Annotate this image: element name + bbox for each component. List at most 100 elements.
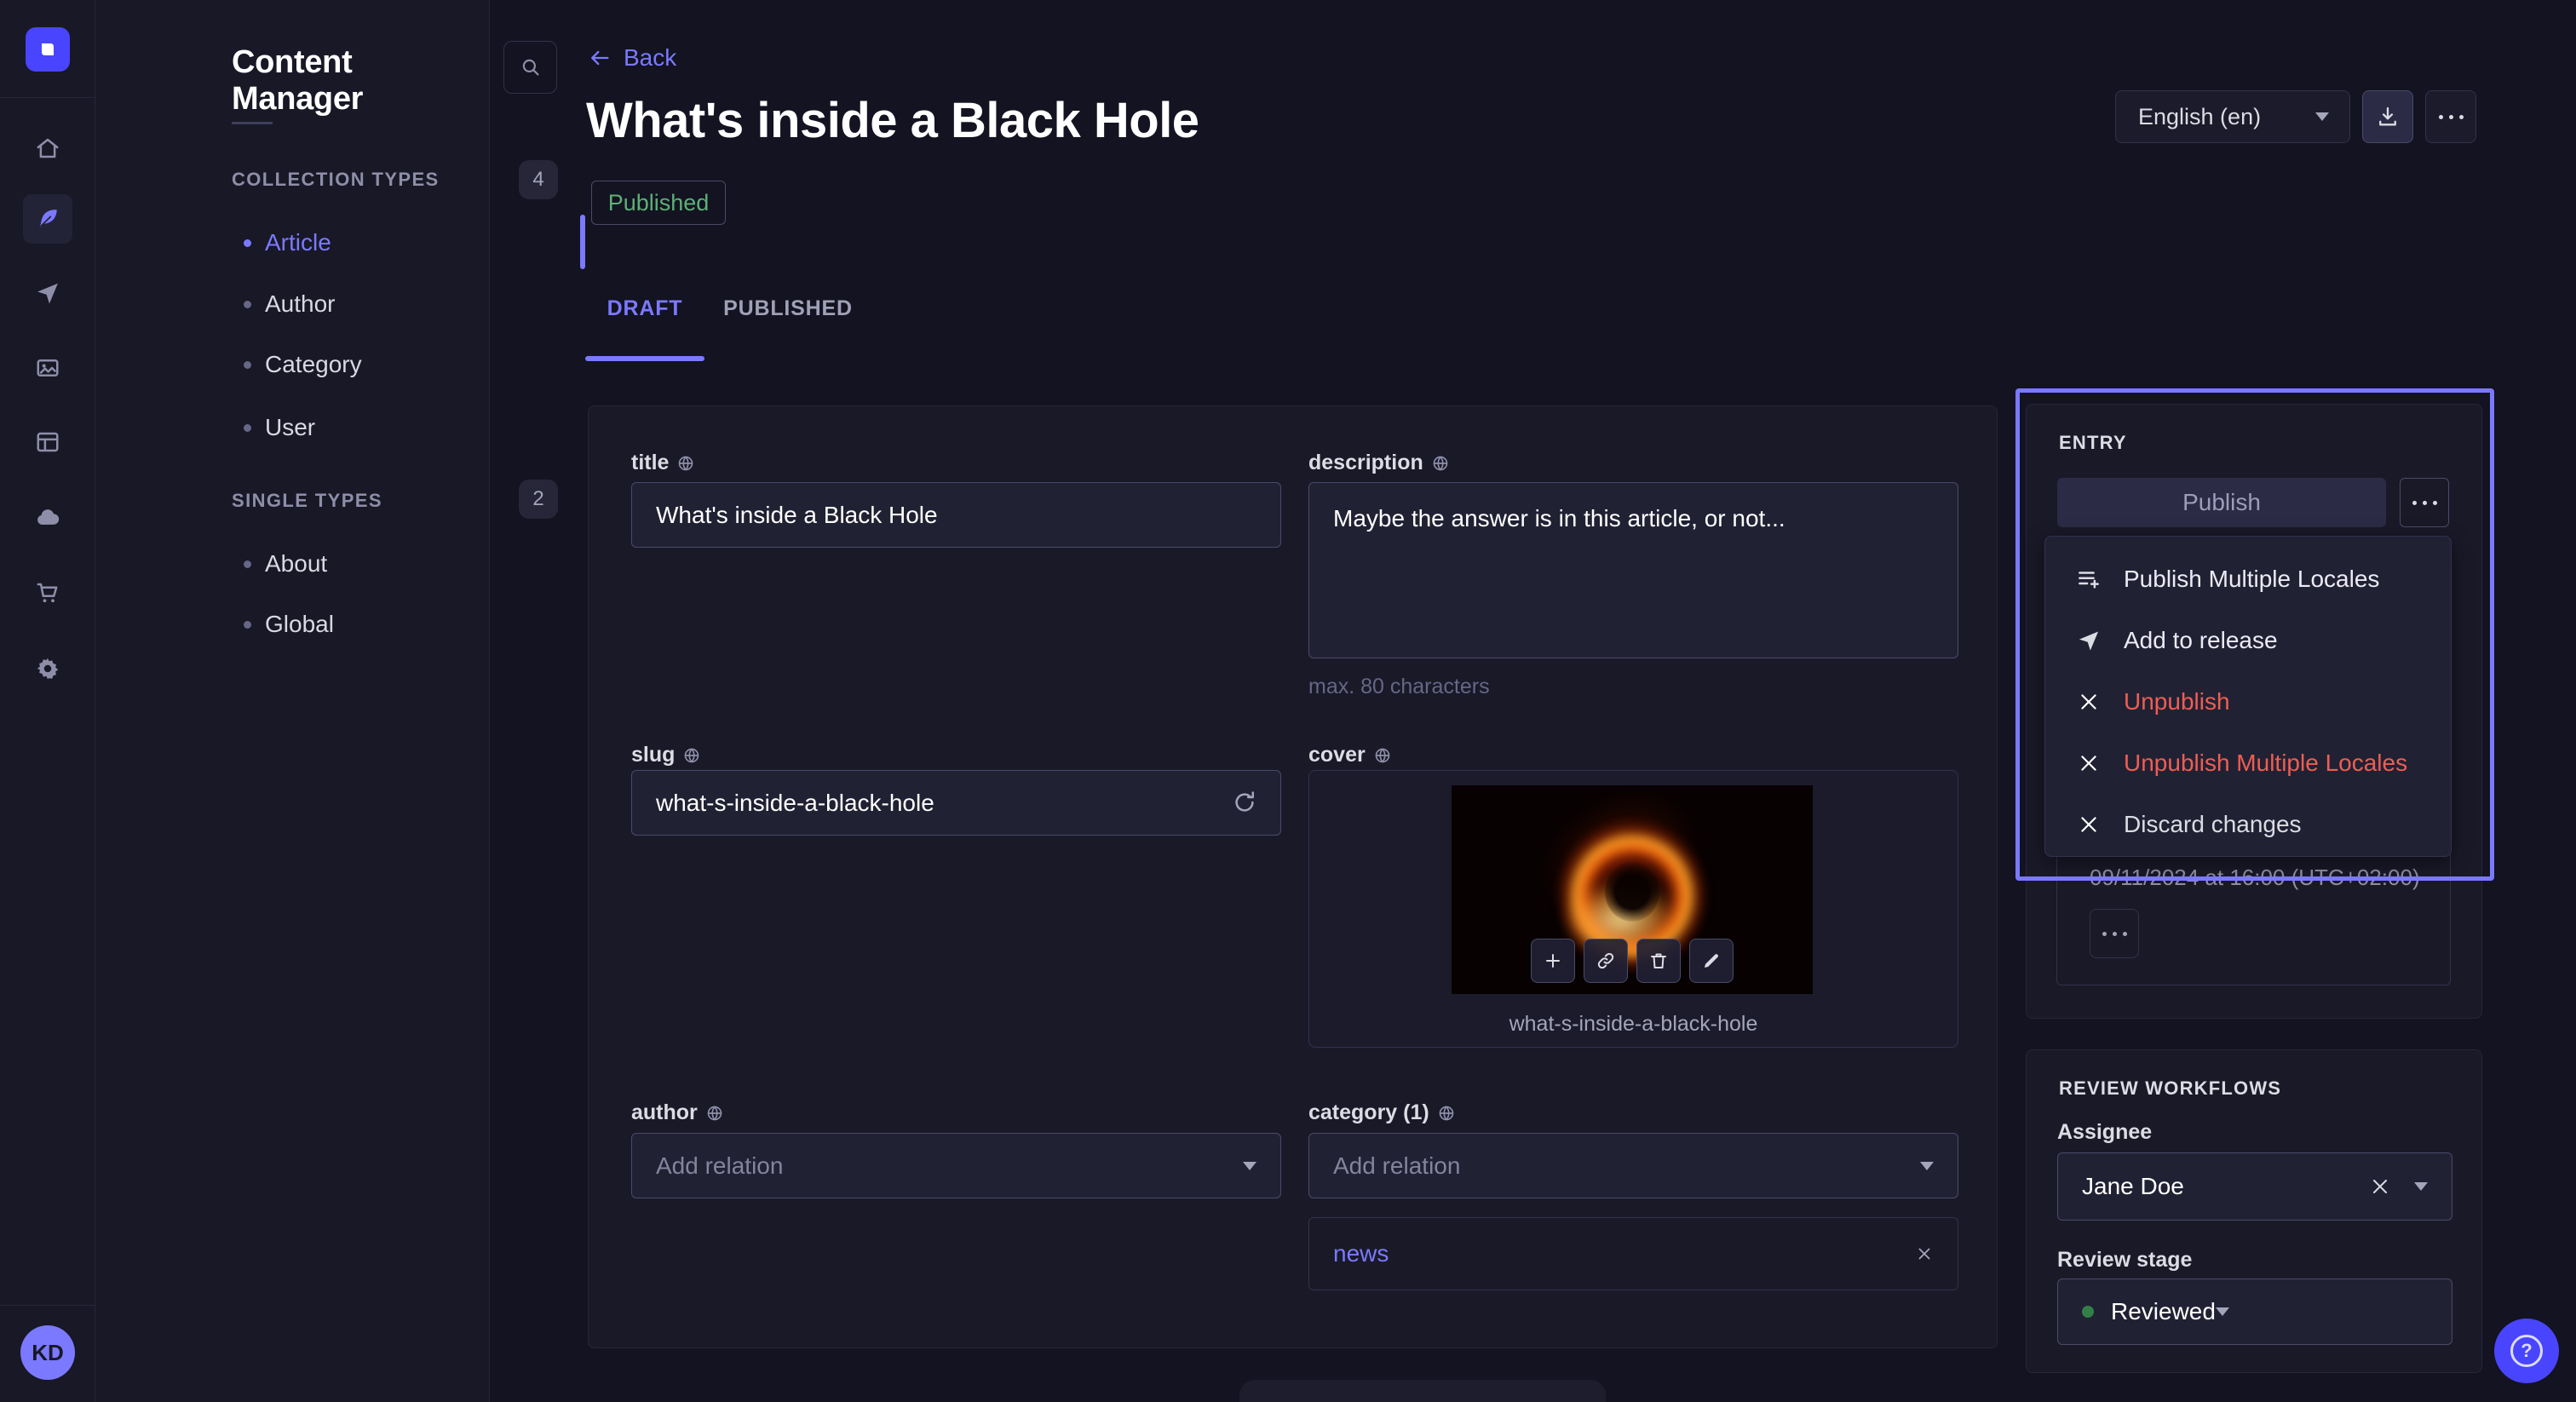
bullet-icon (244, 560, 251, 568)
label-text: cover (1308, 743, 1366, 767)
schedule-more-button[interactable] (2090, 909, 2139, 958)
rail-divider (0, 97, 95, 98)
copy-link-button[interactable] (1584, 939, 1628, 983)
globe-icon (1432, 455, 1449, 472)
menu-item-add-to-release[interactable]: Add to release (2045, 610, 2451, 671)
sidebar-item-article[interactable]: Article (232, 219, 555, 267)
strapi-logo[interactable] (26, 27, 70, 72)
label-text: slug (631, 743, 675, 767)
remove-relation-button[interactable] (1915, 1244, 1934, 1263)
locale-select[interactable]: English (en) (2115, 90, 2350, 143)
menu-item-label: Add to release (2124, 627, 2278, 654)
title-input[interactable] (631, 482, 1281, 548)
menu-item-label: Discard changes (2124, 811, 2302, 838)
tab-draft[interactable]: DRAFT (585, 290, 704, 327)
sidebar-item-label: About (265, 550, 327, 577)
publish-button[interactable]: Publish (2057, 478, 2386, 527)
menu-item-publish-multiple-locales[interactable]: Publish Multiple Locales (2045, 549, 2451, 610)
help-button[interactable]: ? (2494, 1319, 2559, 1383)
sidebar-item-category[interactable]: Category (232, 341, 555, 388)
category-relation-select[interactable]: Add relation (1308, 1133, 1958, 1198)
sidebar-item-releases[interactable] (23, 268, 72, 318)
sidebar-item-cloud[interactable] (23, 493, 72, 543)
section-single-types: SINGLE TYPES (232, 490, 382, 512)
home-icon (35, 135, 60, 161)
slug-input[interactable] (631, 770, 1281, 836)
relation-item-news: news (1308, 1217, 1958, 1290)
cross-icon (2076, 813, 2102, 836)
sidebar-item-home[interactable] (23, 124, 72, 173)
search-button[interactable] (503, 41, 557, 94)
globe-icon (677, 455, 694, 472)
add-asset-button[interactable] (1531, 939, 1575, 983)
list-plus-icon (2076, 566, 2102, 592)
sidebar-item-content-manager[interactable] (23, 194, 72, 244)
label-text: description (1308, 451, 1423, 475)
bullet-icon (244, 621, 251, 629)
sidebar-item-global[interactable]: Global (232, 600, 555, 648)
sidebar-item-marketplace[interactable] (23, 568, 72, 618)
scheduled-date: 09/11/2024 at 16:00 (UTC+02:00) (2090, 865, 2420, 891)
chevron-down-icon (2414, 1182, 2428, 1191)
label-text: category (1) (1308, 1100, 1429, 1125)
globe-icon (706, 1105, 723, 1122)
back-link[interactable]: Back (588, 44, 676, 72)
bullet-icon (244, 424, 251, 432)
field-label-author: author (631, 1100, 723, 1125)
cloud-icon (34, 504, 61, 531)
cover-image[interactable] (1452, 785, 1813, 994)
review-stage-select[interactable]: Reviewed (2057, 1278, 2452, 1345)
menu-item-label: Unpublish (2124, 688, 2230, 715)
review-workflows-panel: REVIEW WORKFLOWS Assignee Jane Doe Revie… (2026, 1049, 2482, 1373)
stage-status-dot (2082, 1306, 2094, 1318)
export-button[interactable] (2362, 90, 2413, 143)
review-panel-title: REVIEW WORKFLOWS (2059, 1077, 2281, 1100)
sidebar-item-author[interactable]: Author (232, 280, 555, 328)
cart-icon (35, 580, 60, 606)
ellipsis-icon (2439, 115, 2464, 119)
description-helper: max. 80 characters (1308, 675, 1490, 699)
field-label-category: category (1) (1308, 1100, 1455, 1125)
tab-published[interactable]: PUBLISHED (704, 290, 871, 327)
question-icon: ? (2510, 1335, 2543, 1367)
sidebar-item-about[interactable]: About (232, 540, 555, 588)
author-placeholder: Add relation (656, 1152, 783, 1180)
bullet-icon (244, 301, 251, 308)
header-more-button[interactable] (2425, 90, 2476, 143)
chevron-down-icon (1243, 1162, 1256, 1170)
label-text: title (631, 451, 669, 475)
menu-item-discard-changes[interactable]: Discard changes (2045, 794, 2451, 855)
regenerate-slug-button[interactable] (1232, 790, 1257, 815)
sidebar-item-settings[interactable] (23, 644, 72, 693)
edit-form-card: title description Maybe the answer is in… (588, 405, 1998, 1348)
content-manager-sidebar: Content Manager COLLECTION TYPES 4 Artic… (95, 0, 490, 1402)
delete-asset-button[interactable] (1636, 939, 1681, 983)
menu-item-unpublish[interactable]: Unpublish (2045, 671, 2451, 733)
author-relation-select[interactable]: Add relation (631, 1133, 1281, 1198)
collection-types-count: 4 (519, 160, 558, 199)
description-textarea[interactable]: Maybe the answer is in this article, or … (1308, 482, 1958, 658)
menu-item-unpublish-multiple-locales[interactable]: Unpublish Multiple Locales (2045, 733, 2451, 794)
assignee-select[interactable]: Jane Doe (2057, 1152, 2452, 1221)
close-icon (2370, 1176, 2390, 1197)
sidebar-item-user[interactable]: User (232, 404, 555, 451)
menu-item-label: Publish Multiple Locales (2124, 566, 2379, 593)
active-item-indicator (580, 215, 585, 269)
user-avatar[interactable]: KD (20, 1325, 75, 1380)
avatar-initials: KD (32, 1340, 64, 1366)
category-placeholder: Add relation (1333, 1152, 1460, 1180)
cover-field: what-s-inside-a-black-hole (1308, 770, 1958, 1048)
sidebar-item-label: Author (265, 290, 336, 318)
sidebar-item-content-type-builder[interactable] (23, 417, 72, 467)
clear-assignee-button[interactable] (2370, 1176, 2390, 1197)
cover-actions (1531, 939, 1734, 983)
sidebar-item-label: Article (265, 229, 331, 256)
sidebar-item-media-library[interactable] (23, 343, 72, 393)
edit-asset-button[interactable] (1689, 939, 1734, 983)
close-icon (1915, 1244, 1934, 1263)
relation-link[interactable]: news (1333, 1240, 1389, 1267)
entry-more-button[interactable] (2400, 478, 2449, 527)
scroll-peek-panel (1239, 1380, 1606, 1402)
send-icon (2076, 629, 2102, 652)
status-badge: Published (591, 181, 726, 225)
